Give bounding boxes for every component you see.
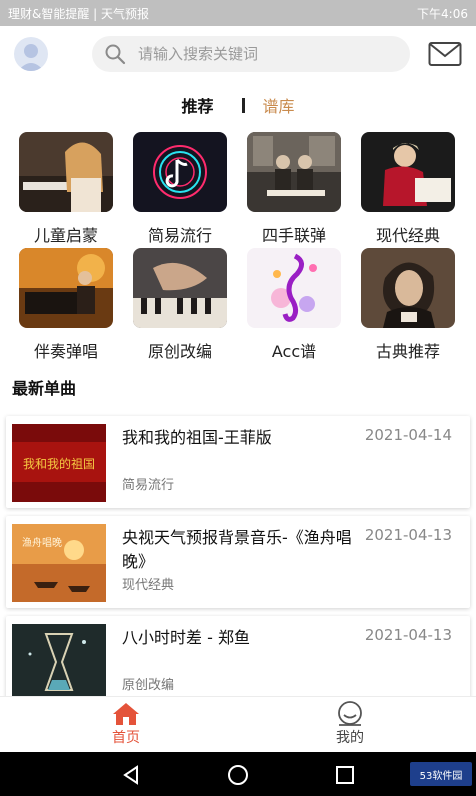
back-icon[interactable] bbox=[120, 764, 142, 786]
user-avatar-icon bbox=[18, 44, 44, 71]
search-bar[interactable] bbox=[92, 36, 410, 72]
recents-icon[interactable] bbox=[334, 764, 356, 786]
home-icon bbox=[113, 703, 139, 725]
song-title: 央视天气预报背景音乐-《渔舟唱晚》 bbox=[122, 528, 352, 571]
song-title: 八小时时差 - 郑鱼 bbox=[122, 628, 250, 647]
category-acc[interactable]: Acc谱 bbox=[244, 248, 344, 362]
top-tabs: 推荐 谱库 bbox=[0, 86, 476, 124]
tab-library[interactable]: 谱库 bbox=[263, 93, 295, 117]
category-label: 古典推荐 bbox=[375, 342, 440, 361]
nav-home-label: 首页 bbox=[112, 730, 140, 746]
status-time: 下午4:06 bbox=[417, 6, 468, 21]
list-item[interactable]: 八小时时差 - 郑鱼 2021-04-13 原创改编 bbox=[6, 616, 470, 708]
category-thumbnail bbox=[247, 248, 341, 328]
category-thumbnail bbox=[247, 132, 341, 212]
category-label: Acc谱 bbox=[271, 342, 317, 361]
song-cover bbox=[12, 624, 106, 702]
song-category: 原创改编 bbox=[122, 678, 175, 693]
category-four-hands[interactable]: 四手联弹 bbox=[244, 132, 344, 246]
status-notifications: 理财&智能提醒 | 天气预报 bbox=[8, 6, 150, 21]
category-thumbnail bbox=[19, 132, 113, 212]
category-thumbnail bbox=[361, 132, 455, 212]
song-date: 2021-04-13 bbox=[364, 626, 452, 644]
nav-home[interactable]: 首页 bbox=[86, 701, 166, 747]
category-label: 儿童启蒙 bbox=[33, 226, 98, 245]
list-item[interactable]: 渔舟唱晚 央视天气预报背景音乐-《渔舟唱晚》 2021-04-13 现代经典 bbox=[6, 516, 470, 608]
category-classical[interactable]: 古典推荐 bbox=[358, 248, 458, 362]
profile-icon bbox=[338, 701, 362, 726]
song-date: 2021-04-13 bbox=[364, 526, 452, 544]
cover-title: 渔舟唱晚 bbox=[22, 536, 62, 549]
avatar[interactable] bbox=[14, 37, 48, 71]
category-thumbnail bbox=[19, 248, 113, 328]
search-icon bbox=[105, 44, 126, 65]
song-cover: 渔舟唱晚 bbox=[12, 524, 106, 602]
category-label: 原创改编 bbox=[147, 342, 212, 361]
song-cover: 我和我的祖国 bbox=[12, 424, 106, 502]
category-label: 四手联弹 bbox=[261, 226, 326, 245]
home-circle-icon[interactable] bbox=[227, 764, 249, 786]
category-thumbnail bbox=[133, 248, 227, 328]
song-category: 简易流行 bbox=[122, 478, 175, 493]
section-title: 最新单曲 bbox=[12, 379, 77, 398]
category-thumbnail bbox=[361, 248, 455, 328]
watermark: 53软件园 bbox=[410, 762, 472, 786]
bottom-nav: 首页 我的 bbox=[0, 696, 476, 752]
category-label: 现代经典 bbox=[375, 226, 440, 245]
status-bar: 理财&智能提醒 | 天气预报 下午4:06 bbox=[0, 0, 476, 26]
nav-mine-label: 我的 bbox=[336, 730, 364, 746]
search-input[interactable] bbox=[138, 45, 378, 63]
song-category: 现代经典 bbox=[122, 578, 175, 593]
system-nav-bar: 53软件园 bbox=[0, 752, 476, 796]
category-label: 简易流行 bbox=[147, 226, 212, 245]
mail-icon[interactable] bbox=[428, 41, 462, 67]
nav-mine[interactable]: 我的 bbox=[310, 701, 390, 747]
tab-recommend[interactable]: 推荐 bbox=[181, 93, 213, 117]
top-header bbox=[0, 26, 476, 82]
category-label: 伴奏弹唱 bbox=[33, 342, 98, 361]
list-item[interactable]: 我和我的祖国 我和我的祖国-王菲版 2021-04-14 简易流行 bbox=[6, 416, 470, 508]
category-children[interactable]: 儿童启蒙 bbox=[16, 132, 116, 246]
cover-title: 我和我的祖国 bbox=[23, 456, 95, 471]
category-modern-classic[interactable]: 现代经典 bbox=[358, 132, 458, 246]
category-pop[interactable]: 简易流行 bbox=[130, 132, 230, 246]
category-original-arrangement[interactable]: 原创改编 bbox=[130, 248, 230, 362]
song-title: 我和我的祖国-王菲版 bbox=[122, 428, 272, 447]
song-date: 2021-04-14 bbox=[364, 426, 452, 444]
category-thumbnail bbox=[133, 132, 227, 212]
category-accompaniment[interactable]: 伴奏弹唱 bbox=[16, 248, 116, 362]
tab-divider bbox=[241, 97, 245, 113]
